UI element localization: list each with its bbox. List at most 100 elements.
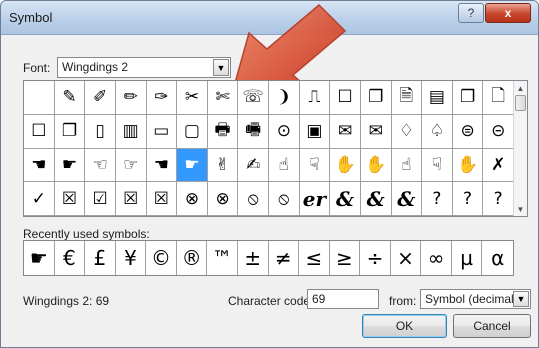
symbol-cell[interactable]: ✍ <box>238 148 269 183</box>
symbol-cell[interactable]: ☒ <box>115 182 147 216</box>
symbol-cell[interactable]: ☛ <box>54 148 86 183</box>
symbol-cell[interactable]: ☐ <box>330 81 361 115</box>
help-button[interactable]: ? <box>458 3 484 23</box>
symbol-cell[interactable]: 🖶 <box>207 114 239 149</box>
symbol-cell[interactable]: ♢ <box>391 114 423 149</box>
recent-symbol-cell[interactable]: × <box>391 241 422 275</box>
recent-symbol-cell[interactable]: µ <box>452 241 483 275</box>
symbol-cell[interactable]: ☝ <box>269 148 300 183</box>
symbol-cell[interactable]: ⊝ <box>483 114 514 149</box>
symbol-cell[interactable]: ▥ <box>115 114 147 149</box>
symbol-cell[interactable]: ✄ <box>207 81 239 115</box>
symbol-cell[interactable] <box>24 81 55 115</box>
symbol-cell[interactable]: ✗ <box>483 148 514 183</box>
symbol-cell[interactable]: 🗋 <box>483 81 514 115</box>
scroll-down-icon[interactable]: ▼ <box>514 202 527 216</box>
symbol-cell[interactable]: ? <box>452 182 484 216</box>
symbol-cell[interactable]: ⊗ <box>207 182 239 216</box>
from-select[interactable]: Symbol (decimal) ▼ <box>420 289 531 309</box>
recent-symbol-cell[interactable]: € <box>55 241 86 275</box>
symbol-grid[interactable]: ✎ ✐ ✏ ✑ ✂ ✄ ☏ ❩ ⎍ ☐ ❐ 🗎 ▤ ❐ 🗋 ☐ ❐ ▯ ▥ ▭ ▢ 🖶 🖷 ⊙ ▣ ✉ ✉ ♢ ♤ ⊜ ⊝ ☚ ☛ ☜ ☞ ☚ ☛ ✌ ✍ ☝… <box>23 80 528 217</box>
symbol-cell[interactable]: ✏ <box>115 81 147 115</box>
font-label: Font: <box>23 61 51 75</box>
symbol-cell[interactable]: ☚ <box>146 148 178 183</box>
recent-symbol-cell[interactable]: ≠ <box>269 241 300 275</box>
symbol-cell[interactable]: ❐ <box>452 81 484 115</box>
symbol-cell[interactable]: ▯ <box>85 114 116 149</box>
symbol-cell[interactable]: er <box>299 182 331 216</box>
symbol-cell[interactable]: ✂ <box>177 81 208 115</box>
symbol-cell[interactable]: ☝ <box>391 148 423 183</box>
symbol-cell[interactable]: & <box>360 182 392 216</box>
symbol-cell[interactable]: ✉ <box>360 114 392 149</box>
close-button[interactable]: x <box>485 3 531 23</box>
symbol-cell[interactable]: ☞ <box>115 148 147 183</box>
recent-symbol-cell[interactable]: ≤ <box>299 241 330 275</box>
font-select[interactable]: Wingdings 2 ▼ <box>57 57 231 78</box>
symbol-cell[interactable]: ⊙ <box>269 114 300 149</box>
symbol-cell[interactable]: ❐ <box>360 81 392 115</box>
symbol-cell[interactable]: ✐ <box>85 81 116 115</box>
symbol-cell[interactable]: ? <box>483 182 514 216</box>
symbol-cell[interactable]: 🗎 <box>391 81 423 115</box>
symbol-cell[interactable]: ✋ <box>360 148 392 183</box>
symbol-cell[interactable]: ☟ <box>299 148 331 183</box>
symbol-cell[interactable]: ✑ <box>146 81 178 115</box>
symbol-cell[interactable]: ☑ <box>85 182 116 216</box>
symbol-cell[interactable]: ☒ <box>146 182 178 216</box>
recent-symbols-row[interactable]: ☛ € £ ¥ © ® ™ ± ≠ ≤ ≥ ÷ × ∞ µ α <box>23 240 514 276</box>
recent-symbol-cell[interactable]: ☛ <box>24 241 55 275</box>
recent-symbol-cell[interactable]: ÷ <box>360 241 391 275</box>
symbol-cell[interactable]: ⦸ <box>238 182 269 216</box>
character-code-label: Character code: <box>228 294 314 308</box>
recent-symbol-cell[interactable]: © <box>146 241 177 275</box>
symbol-cell[interactable]: ❩ <box>269 81 300 115</box>
symbol-cell[interactable]: ☏ <box>238 81 269 115</box>
symbol-cell[interactable]: ✉ <box>330 114 361 149</box>
from-label: from: <box>389 294 417 308</box>
symbol-cell[interactable]: & <box>330 182 361 216</box>
cancel-button[interactable]: Cancel <box>453 314 531 338</box>
scroll-up-icon[interactable]: ▲ <box>514 81 527 95</box>
recent-symbol-cell[interactable]: ≥ <box>330 241 361 275</box>
symbol-cell[interactable]: ✓ <box>24 182 55 216</box>
symbol-cell[interactable]: ▣ <box>299 114 331 149</box>
recent-symbol-cell[interactable]: £ <box>85 241 116 275</box>
symbol-cell[interactable]: ⊗ <box>177 182 208 216</box>
symbol-cell[interactable]: & <box>391 182 423 216</box>
symbol-cell[interactable]: ✌ <box>207 148 239 183</box>
symbol-cell[interactable]: ♤ <box>422 114 453 149</box>
symbol-cell[interactable]: ☐ <box>24 114 55 149</box>
chevron-down-icon[interactable]: ▼ <box>513 291 529 307</box>
recent-symbol-cell[interactable]: ∞ <box>421 241 452 275</box>
symbol-cell[interactable]: ✎ <box>54 81 86 115</box>
symbol-cell[interactable]: ✋ <box>452 148 484 183</box>
symbol-cell[interactable]: ⦸ <box>269 182 300 216</box>
recent-symbols-label: Recently used symbols: <box>23 227 150 241</box>
symbol-cell[interactable]: ▢ <box>177 114 208 149</box>
symbol-cell[interactable]: ⎍ <box>299 81 331 115</box>
grid-scrollbar[interactable]: ▲ ▼ <box>513 81 527 216</box>
symbol-cell[interactable]: ☒ <box>54 182 86 216</box>
symbol-cell[interactable]: ☟ <box>422 148 453 183</box>
symbol-cell[interactable]: ⊜ <box>452 114 484 149</box>
symbol-cell[interactable]: 🖷 <box>238 114 269 149</box>
recent-symbol-cell[interactable]: ± <box>238 241 269 275</box>
recent-symbol-cell[interactable]: ¥ <box>116 241 147 275</box>
recent-symbol-cell[interactable]: α <box>482 241 513 275</box>
symbol-cell[interactable]: ❐ <box>54 114 86 149</box>
ok-button[interactable]: OK <box>362 314 447 338</box>
symbol-cell[interactable]: ? <box>422 182 453 216</box>
from-select-value: Symbol (decimal) <box>425 292 518 306</box>
symbol-cell[interactable]: ✋ <box>330 148 361 183</box>
symbol-cell[interactable]: ☛ <box>177 148 208 183</box>
symbol-cell[interactable]: ☚ <box>24 148 55 183</box>
recent-symbol-cell[interactable]: ™ <box>207 241 238 275</box>
scroll-thumb[interactable] <box>515 95 526 111</box>
recent-symbol-cell[interactable]: ® <box>177 241 208 275</box>
window-title: Symbol <box>9 10 53 25</box>
symbol-cell[interactable]: ☜ <box>85 148 116 183</box>
character-code-input[interactable]: 69 <box>307 289 379 309</box>
symbol-cell[interactable]: ▭ <box>146 114 178 149</box>
symbol-cell[interactable]: ▤ <box>422 81 453 115</box>
